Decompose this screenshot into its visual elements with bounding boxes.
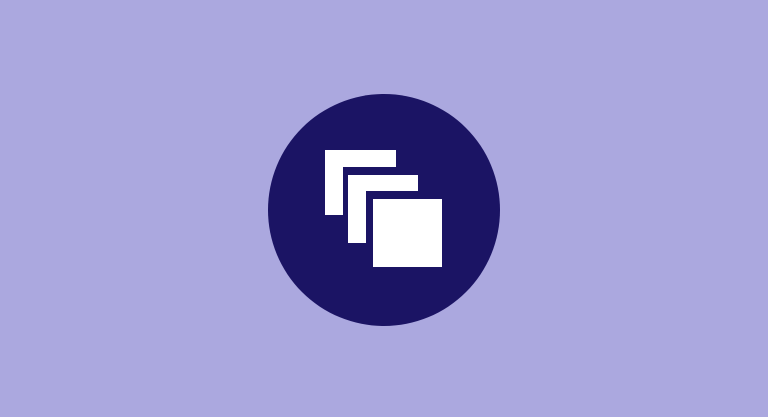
stacked-pages-icon: [325, 150, 442, 267]
front-sheet: [373, 199, 442, 267]
circular-badge: [268, 94, 500, 326]
graphic-canvas: [0, 0, 768, 417]
